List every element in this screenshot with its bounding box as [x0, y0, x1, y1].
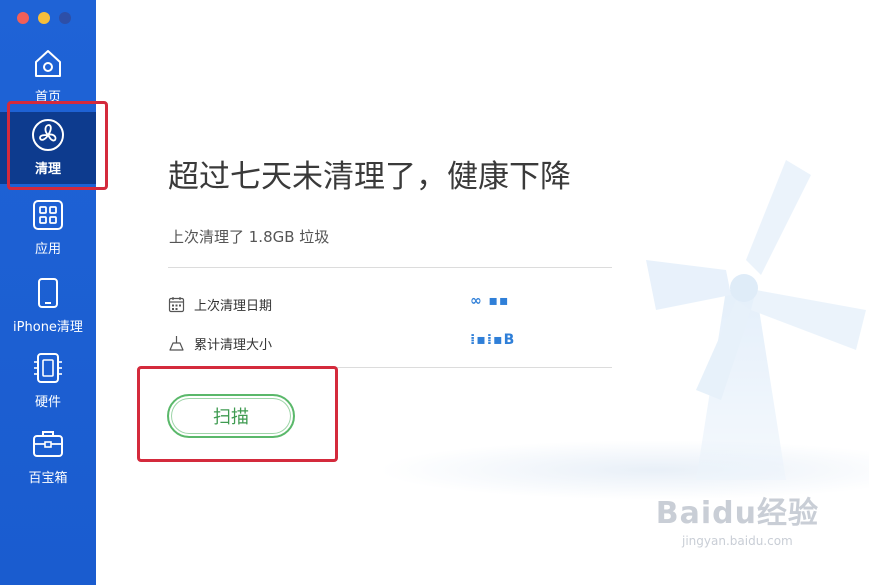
sidebar: 首页 清理 应用 iPhone清理 硬件 百宝箱: [0, 0, 96, 585]
last-clean-date-value: ∞ ▪▪: [470, 293, 510, 309]
fan-icon: [32, 119, 64, 151]
baidu-logo: Baidu经验: [655, 496, 819, 531]
info-label: 累计清理大小: [194, 338, 273, 353]
sidebar-item-iphone-clean[interactable]: iPhone清理: [0, 270, 96, 342]
main-panel: 超过七天未清理了，健康下降 上次清理了 1.8GB 垃圾 上次清理日期 ∞ ▪▪…: [96, 0, 869, 585]
home-icon: [35, 50, 61, 77]
baidu-watermark: Baidu经验 jingyan.baidu.com: [656, 488, 819, 548]
sidebar-item-label: 百宝箱: [28, 471, 68, 486]
sidebar-item-home[interactable]: 首页: [0, 40, 96, 112]
sidebar-item-label: iPhone清理: [13, 320, 83, 335]
scan-button[interactable]: 扫描: [167, 394, 295, 438]
window-controls: [17, 12, 71, 24]
calendar-icon: [168, 297, 185, 313]
sidebar-item-label: 硬件: [34, 395, 61, 410]
total-cleaned-size-value: ⁞▪⁞▪B: [470, 332, 516, 348]
sidebar-item-label: 首页: [34, 90, 61, 105]
sidebar-item-toolbox[interactable]: 百宝箱: [0, 421, 96, 493]
sidebar-item-clean[interactable]: 清理: [0, 112, 96, 184]
apps-grid-icon: [33, 200, 63, 230]
broom-icon: [169, 336, 184, 351]
toolbox-icon: [33, 431, 63, 457]
sidebar-item-label: 清理: [34, 162, 61, 177]
info-row-total-size: 累计清理大小: [168, 334, 272, 353]
phone-icon: [38, 278, 58, 308]
windmill-illustration: [646, 160, 866, 480]
zoom-window-button[interactable]: [59, 12, 71, 24]
sidebar-item-label: 应用: [34, 242, 61, 257]
info-row-last-date: 上次清理日期: [168, 295, 272, 314]
chip-icon: [34, 353, 62, 383]
divider-bottom: [168, 367, 612, 368]
watermark-url: jingyan.baidu.com: [682, 534, 793, 548]
last-clean-summary: 上次清理了 1.8GB 垃圾: [169, 228, 330, 246]
page-title: 超过七天未清理了，健康下降: [168, 159, 571, 195]
sidebar-item-apps[interactable]: 应用: [0, 192, 96, 264]
info-label: 上次清理日期: [194, 299, 273, 314]
sidebar-item-hardware[interactable]: 硬件: [0, 345, 96, 417]
divider-top: [168, 267, 612, 268]
minimize-window-button[interactable]: [38, 12, 50, 24]
close-window-button[interactable]: [17, 12, 29, 24]
